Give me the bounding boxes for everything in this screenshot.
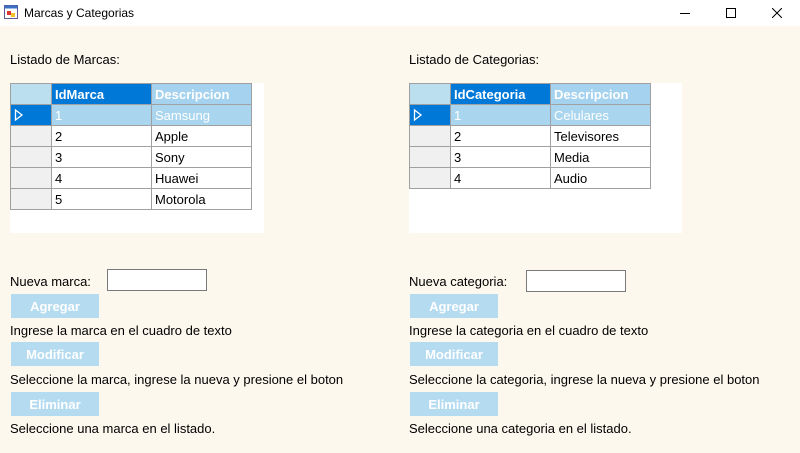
marcas-corner-cell[interactable] xyxy=(10,83,52,105)
close-button[interactable] xyxy=(754,0,800,26)
modificar-marca-help: Seleccione la marca, ingrese la nueva y … xyxy=(10,372,344,387)
marcas-col-header-id[interactable]: IdMarca xyxy=(51,83,152,105)
table-row[interactable]: 1 Samsung xyxy=(10,104,252,126)
row-header[interactable] xyxy=(409,125,451,147)
eliminar-categoria-button[interactable]: Eliminar xyxy=(410,392,498,416)
modificar-categoria-help: Seleccione la categoria, ingrese la nuev… xyxy=(409,372,760,387)
agregar-marca-button[interactable]: Agregar xyxy=(11,294,99,318)
nueva-marca-input[interactable] xyxy=(107,269,207,291)
cell-desc[interactable]: Televisores xyxy=(550,125,651,147)
marcas-header-row: IdMarca Descripcion xyxy=(10,83,252,105)
marcas-col-header-desc[interactable]: Descripcion xyxy=(151,83,252,105)
row-header[interactable] xyxy=(409,167,451,189)
categorias-table: IdCategoria Descripcion 1 Celulares 2 Te… xyxy=(409,83,651,189)
app-window-icon[interactable] xyxy=(4,5,18,19)
table-row[interactable]: 2 Televisores xyxy=(409,125,651,147)
row-header[interactable] xyxy=(10,125,52,147)
modificar-categoria-button[interactable]: Modificar xyxy=(410,342,498,366)
agregar-categoria-button[interactable]: Agregar xyxy=(410,294,498,318)
row-header[interactable] xyxy=(10,167,52,189)
categorias-col-header-id[interactable]: IdCategoria xyxy=(450,83,551,105)
categorias-grid[interactable]: IdCategoria Descripcion 1 Celulares 2 Te… xyxy=(409,83,682,233)
table-row[interactable]: 5 Motorola xyxy=(10,188,252,210)
cell-desc[interactable]: Apple xyxy=(151,125,252,147)
marcas-grid[interactable]: IdMarca Descripcion 1 Samsung 2 Apple 3 … xyxy=(10,83,264,233)
row-header[interactable] xyxy=(10,146,52,168)
table-row[interactable]: 3 Sony xyxy=(10,146,252,168)
cell-id[interactable]: 4 xyxy=(51,167,152,189)
row-header[interactable] xyxy=(10,188,52,210)
marcas-section-label: Listado de Marcas: xyxy=(10,52,120,67)
maximize-icon xyxy=(726,8,736,18)
table-row[interactable]: 4 Audio xyxy=(409,167,651,189)
cell-id[interactable]: 5 xyxy=(51,188,152,210)
cell-desc[interactable]: Huawei xyxy=(151,167,252,189)
nueva-categoria-input[interactable] xyxy=(526,270,626,292)
cell-desc[interactable]: Sony xyxy=(151,146,252,168)
nueva-categoria-label: Nueva categoria: xyxy=(409,274,508,289)
table-row[interactable]: 3 Media xyxy=(409,146,651,168)
cell-id[interactable]: 3 xyxy=(51,146,152,168)
cell-id[interactable]: 4 xyxy=(450,167,551,189)
table-row[interactable]: 1 Celulares xyxy=(409,104,651,126)
eliminar-marca-help: Seleccione una marca en el listado. xyxy=(10,421,216,436)
table-row[interactable]: 4 Huawei xyxy=(10,167,252,189)
row-header[interactable] xyxy=(10,104,52,126)
row-header[interactable] xyxy=(409,146,451,168)
cell-id[interactable]: 1 xyxy=(51,104,152,126)
row-header[interactable] xyxy=(409,104,451,126)
maximize-button[interactable] xyxy=(708,0,754,26)
categorias-corner-cell[interactable] xyxy=(409,83,451,105)
close-icon xyxy=(772,8,782,18)
categorias-header-row: IdCategoria Descripcion xyxy=(409,83,651,105)
current-row-arrow-icon xyxy=(14,109,48,121)
title-bar: Marcas y Categorias xyxy=(0,0,800,26)
minimize-button[interactable] xyxy=(662,0,708,26)
agregar-categoria-help: Ingrese la categoria en el cuadro de tex… xyxy=(409,323,649,338)
cell-id[interactable]: 2 xyxy=(450,125,551,147)
eliminar-categoria-help: Seleccione una categoria en el listado. xyxy=(409,421,632,436)
categorias-col-header-desc[interactable]: Descripcion xyxy=(550,83,651,105)
marcas-table: IdMarca Descripcion 1 Samsung 2 Apple 3 … xyxy=(10,83,252,210)
cell-id[interactable]: 3 xyxy=(450,146,551,168)
categorias-section-label: Listado de Categorias: xyxy=(409,52,540,67)
cell-desc[interactable]: Media xyxy=(550,146,651,168)
cell-desc[interactable]: Motorola xyxy=(151,188,252,210)
modificar-marca-button[interactable]: Modificar xyxy=(11,342,99,366)
cell-id[interactable]: 1 xyxy=(450,104,551,126)
nueva-marca-label: Nueva marca: xyxy=(10,274,91,289)
minimize-icon xyxy=(680,8,690,18)
cell-desc[interactable]: Samsung xyxy=(151,104,252,126)
current-row-arrow-icon xyxy=(413,109,447,121)
eliminar-marca-button[interactable]: Eliminar xyxy=(11,392,99,416)
cell-id[interactable]: 2 xyxy=(51,125,152,147)
cell-desc[interactable]: Celulares xyxy=(550,104,651,126)
agregar-marca-help: Ingrese la marca en el cuadro de texto xyxy=(10,323,232,338)
window-title: Marcas y Categorias xyxy=(24,6,135,20)
cell-desc[interactable]: Audio xyxy=(550,167,651,189)
table-row[interactable]: 2 Apple xyxy=(10,125,252,147)
